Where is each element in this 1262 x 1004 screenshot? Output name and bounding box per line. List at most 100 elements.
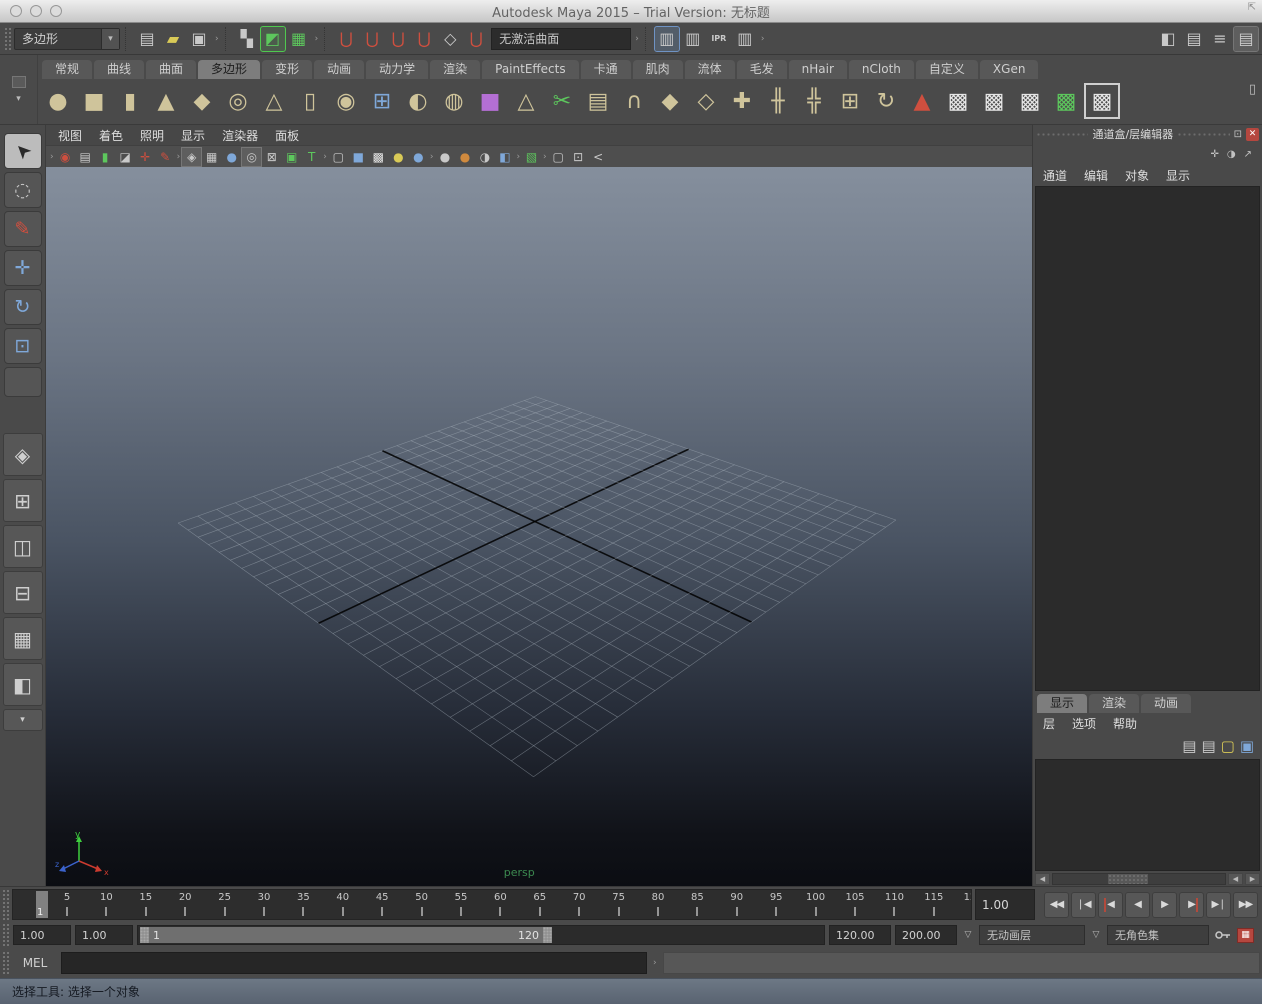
render-current-frame-icon[interactable]: ▥	[681, 27, 705, 51]
viewport-canvas[interactable]: y x z persp	[46, 167, 1032, 886]
isolate-select-icon[interactable]: ▧	[522, 148, 541, 166]
last-tool-slot[interactable]	[4, 367, 42, 397]
expand-arrow-icon[interactable]: ›	[652, 958, 658, 968]
snap-to-grids-icon[interactable]: ⋃	[334, 27, 358, 51]
rotate-tool[interactable]: ↻	[4, 289, 42, 325]
show-channel-box-icon[interactable]: ▤	[1234, 27, 1258, 51]
channel-box-menu-item[interactable]: 对象	[1125, 167, 1149, 184]
shelf-tab[interactable]: XGen	[980, 60, 1039, 79]
layer-editor-tab[interactable]: 渲染	[1089, 694, 1139, 713]
shelf-menu-caret-icon[interactable]: ▾	[16, 94, 21, 104]
separate-icon[interactable]: ✂	[546, 85, 578, 117]
auto-key-icon[interactable]	[1213, 926, 1233, 944]
offset-edge-loop-icon[interactable]: ╬	[798, 85, 830, 117]
poly-cylinder-icon[interactable]: ▮	[114, 85, 146, 117]
shelf-tab[interactable]: nCloth	[849, 60, 914, 79]
extrude-icon[interactable]: ∩	[618, 85, 650, 117]
toolbar-break-icon[interactable]: ›	[429, 152, 435, 162]
shelf-tab[interactable]: 动力学	[366, 60, 428, 79]
xray-icon[interactable]: ▢	[549, 148, 568, 166]
poly-cube-icon[interactable]: ■	[78, 85, 110, 117]
toolbar-break-icon[interactable]: ›	[176, 152, 182, 162]
play-forwards-button[interactable]: ▶	[1152, 892, 1177, 918]
scale-tool[interactable]: ⊡	[4, 328, 42, 364]
toolbar-break-icon[interactable]: ›	[515, 152, 521, 162]
layout-persp-outliner-button[interactable]: ◫	[3, 525, 43, 568]
lasso-select-tool[interactable]: ◌	[4, 172, 42, 208]
select-tool[interactable]: ➤	[4, 133, 42, 169]
step-back-frame-button[interactable]: ❘◀	[1071, 892, 1096, 918]
image-plane-icon[interactable]: ◪	[116, 148, 135, 166]
snap-to-points-icon[interactable]: ⋃	[386, 27, 410, 51]
combine-icon[interactable]: ⊞	[366, 85, 398, 117]
poly-plane-icon[interactable]: ◆	[186, 85, 218, 117]
planar-mapping-icon[interactable]: ▩	[942, 85, 974, 117]
wireframe-icon[interactable]: ▢	[329, 148, 348, 166]
shelf-tab[interactable]: 变形	[262, 60, 312, 79]
poly-torus-icon[interactable]: ◎	[222, 85, 254, 117]
animation-preferences-icon[interactable]: ▦	[1237, 928, 1254, 943]
animation-layer-combo[interactable]: 无动画层	[979, 925, 1085, 945]
scroll-left-icon[interactable]: ◀	[1228, 873, 1243, 885]
add-divisions-icon[interactable]: ⊞	[834, 85, 866, 117]
step-forward-key-button[interactable]: ▶	[1179, 892, 1204, 918]
shadows-icon[interactable]: ●	[435, 148, 454, 166]
hyperbolic-icon[interactable]: ↗	[1244, 149, 1252, 160]
step-back-key-button[interactable]: ◀	[1098, 892, 1123, 918]
booleans-icon[interactable]: ◐	[402, 85, 434, 117]
spin-edge-icon[interactable]: ↻	[870, 85, 902, 117]
play-backwards-button[interactable]: ◀	[1125, 892, 1150, 918]
speed-state-icon[interactable]: ◑	[1227, 149, 1236, 160]
channel-box-menu-item[interactable]: 显示	[1166, 167, 1190, 184]
triangulate-icon[interactable]: △	[510, 85, 542, 117]
poly-pyramid-icon[interactable]: △	[258, 85, 290, 117]
bevel-icon[interactable]: ◆	[654, 85, 686, 117]
use-default-material-icon[interactable]: ●	[389, 148, 408, 166]
layout-persp-graph-button[interactable]: ⊟	[3, 571, 43, 614]
shelf-tab[interactable]: 肌肉	[633, 60, 683, 79]
trash-icon[interactable]: ▯	[1249, 82, 1262, 97]
field-chart-icon[interactable]: ⊠	[262, 148, 281, 166]
paint-select-tool[interactable]: ✎	[4, 211, 42, 247]
viewport-menu-item[interactable]: 着色	[99, 127, 123, 144]
animation-end-field[interactable]: 200.00	[895, 925, 957, 945]
gate-mask-icon[interactable]: ◎	[242, 148, 261, 166]
viewport-menu-item[interactable]: 显示	[181, 127, 205, 144]
ipr-render-icon[interactable]: IPR	[707, 27, 731, 51]
snap-to-projected-center-icon[interactable]: ⋃	[412, 27, 436, 51]
scroll-right-icon[interactable]: ▶	[1245, 873, 1260, 885]
camera-attributes-icon[interactable]: ▤	[76, 148, 95, 166]
chevron-down-icon[interactable]: ▽	[961, 930, 975, 940]
channel-box-list[interactable]	[1035, 186, 1260, 691]
2d-pan-zoom-icon[interactable]: ✛	[136, 148, 155, 166]
xray-active-components-icon[interactable]: ⊡	[569, 148, 588, 166]
show-tool-settings-icon[interactable]: ≡	[1208, 27, 1232, 51]
viewport-menu-item[interactable]: 照明	[140, 127, 164, 144]
safe-action-icon[interactable]: ▣	[282, 148, 301, 166]
range-start-handle[interactable]	[140, 927, 149, 943]
active-surface-field[interactable]: 无激活曲面	[491, 28, 631, 50]
layer-stack-2-icon[interactable]: ▤	[1201, 737, 1215, 755]
show-modeling-toolkit-icon[interactable]: ◧	[1156, 27, 1180, 51]
toolbar-break-icon[interactable]: ›	[49, 152, 55, 162]
menu-set-dropdown[interactable]: 多边形 ▾	[14, 28, 120, 50]
shelf-tab[interactable]: nHair	[789, 60, 847, 79]
mel-label[interactable]: MEL	[14, 956, 56, 970]
grid-icon[interactable]: ◈	[182, 148, 201, 166]
layout-more-button[interactable]: ▾	[3, 709, 43, 731]
expand-arrow-icon[interactable]: ›	[214, 34, 220, 44]
multi-cut-icon[interactable]: ✚	[726, 85, 758, 117]
shelf-tab[interactable]: 流体	[685, 60, 735, 79]
animation-start-field[interactable]: 1.00	[13, 925, 71, 945]
viewport-menu-item[interactable]: 渲染器	[222, 127, 258, 144]
time-slider[interactable]: 1 51015202530354045505560657075808590951…	[12, 889, 972, 920]
soft-modification-icon[interactable]: ■	[474, 85, 506, 117]
viewport-menu-item[interactable]: 视图	[58, 127, 82, 144]
step-forward-frame-button[interactable]: ▶❘	[1206, 892, 1231, 918]
viewport-menu-item[interactable]: 面板	[275, 127, 299, 144]
go-to-end-button[interactable]: ▶▶	[1233, 892, 1258, 918]
poly-pipe-icon[interactable]: ▯	[294, 85, 326, 117]
resolution-gate-icon[interactable]: ●	[222, 148, 241, 166]
layout-hypershade-persp-button[interactable]: ▦	[3, 617, 43, 660]
commandline-drag-handle[interactable]	[2, 951, 9, 975]
